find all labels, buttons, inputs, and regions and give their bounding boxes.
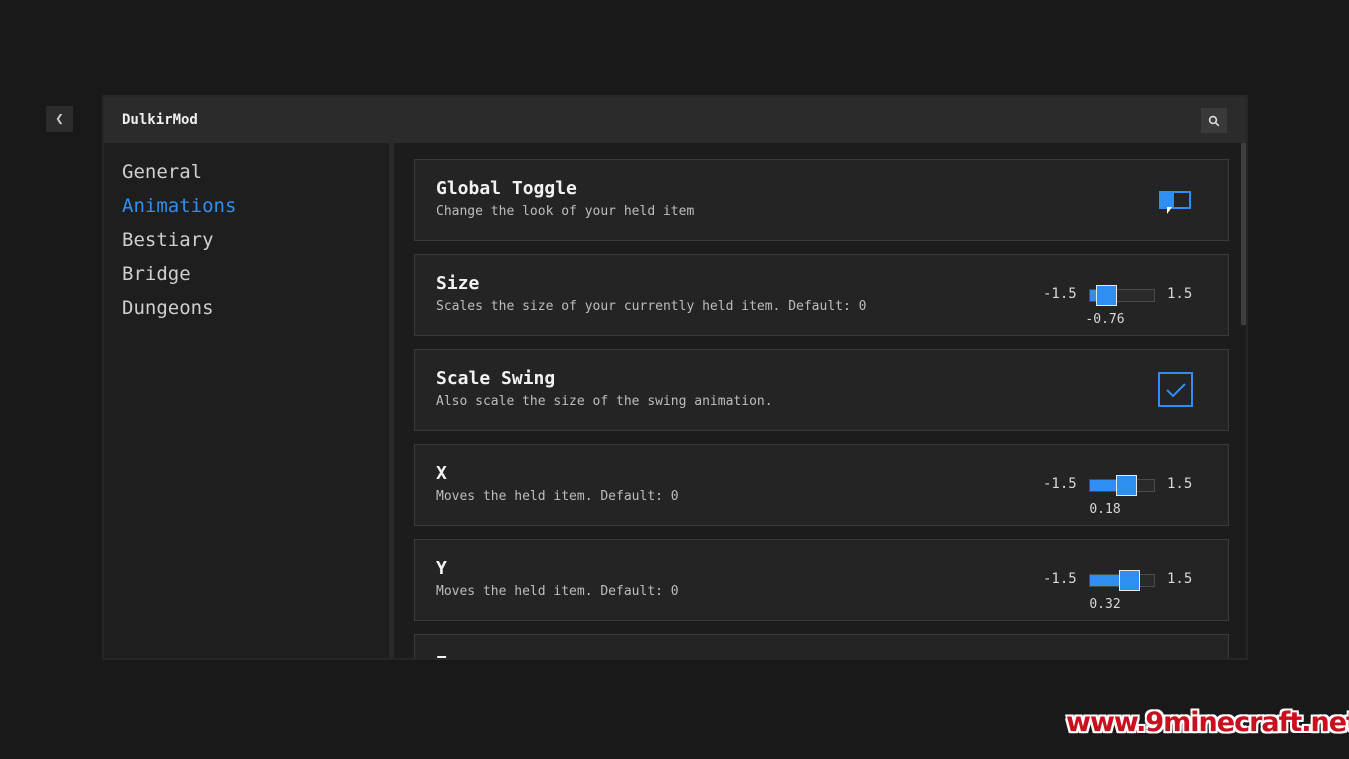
setting-description: Change the look of your held item [436,204,695,219]
app-title: DulkirMod [122,112,198,128]
sidebar-item-bestiary[interactable]: Bestiary [104,228,389,262]
toggle-knob [1161,193,1174,207]
slider-value: 0.18 [1089,502,1121,517]
setting-scale-swing: Scale Swing Also scale the size of the s… [414,349,1229,431]
setting-y: Y Moves the held item. Default: 0 -1.5 1… [414,539,1229,621]
setting-title: Size [436,273,480,294]
setting-title: Scale Swing [436,368,556,389]
setting-title: Global Toggle [436,178,577,199]
watermark-text: www.9minecraft.net [1066,707,1349,738]
global-toggle-switch[interactable] [1159,191,1191,209]
slider-min-label: -1.5 [1043,286,1077,302]
search-icon [1208,115,1220,126]
sidebar-item-animations[interactable]: Animations [104,194,389,228]
chevron-left-icon: ❮ [55,111,64,127]
size-slider[interactable] [1089,285,1155,306]
slider-min-label: -1.5 [1043,476,1077,492]
slider-thumb[interactable] [1115,475,1137,496]
sidebar-item-general[interactable]: General [104,160,389,194]
setting-title: Z [436,653,447,658]
mouse-cursor-icon [1167,207,1172,214]
setting-description: Moves the held item. Default: 0 [436,489,679,504]
y-slider[interactable] [1089,570,1155,591]
checkmark-icon [1165,382,1186,397]
scrollbar[interactable] [1241,143,1246,325]
slider-thumb[interactable] [1095,285,1117,306]
top-bar [394,97,1246,143]
sidebar-header: DulkirMod [104,97,389,143]
setting-x: X Moves the held item. Default: 0 -1.5 1… [414,444,1229,526]
slider-thumb[interactable] [1118,570,1140,591]
x-slider[interactable] [1089,475,1155,496]
setting-global-toggle: Global Toggle Change the look of your he… [414,159,1229,241]
setting-title: X [436,463,447,484]
slider-max-label: 1.5 [1167,286,1193,302]
setting-title: Y [436,558,447,579]
setting-description: Scales the size of your currently held i… [436,299,867,314]
setting-z: Z [414,634,1229,658]
search-button[interactable] [1201,108,1227,133]
category-nav: General Animations Bestiary Bridge Dunge… [104,143,389,330]
setting-size: Size Scales the size of your currently h… [414,254,1229,336]
scale-swing-checkbox[interactable] [1158,372,1193,407]
sidebar: DulkirMod General Animations Bestiary Br… [104,97,394,658]
slider-max-label: 1.5 [1167,476,1193,492]
slider-value: -0.76 [1085,312,1125,327]
settings-panel: Global Toggle Change the look of your he… [394,97,1246,658]
setting-description: Also scale the size of the swing animati… [436,394,773,409]
sidebar-item-bridge[interactable]: Bridge [104,262,389,296]
settings-window: DulkirMod General Animations Bestiary Br… [102,95,1248,660]
setting-description: Moves the held item. Default: 0 [436,584,679,599]
slider-value: 0.32 [1089,597,1121,612]
back-button[interactable]: ❮ [46,106,73,132]
slider-max-label: 1.5 [1167,571,1193,587]
slider-min-label: -1.5 [1043,571,1077,587]
sidebar-item-dungeons[interactable]: Dungeons [104,296,389,330]
